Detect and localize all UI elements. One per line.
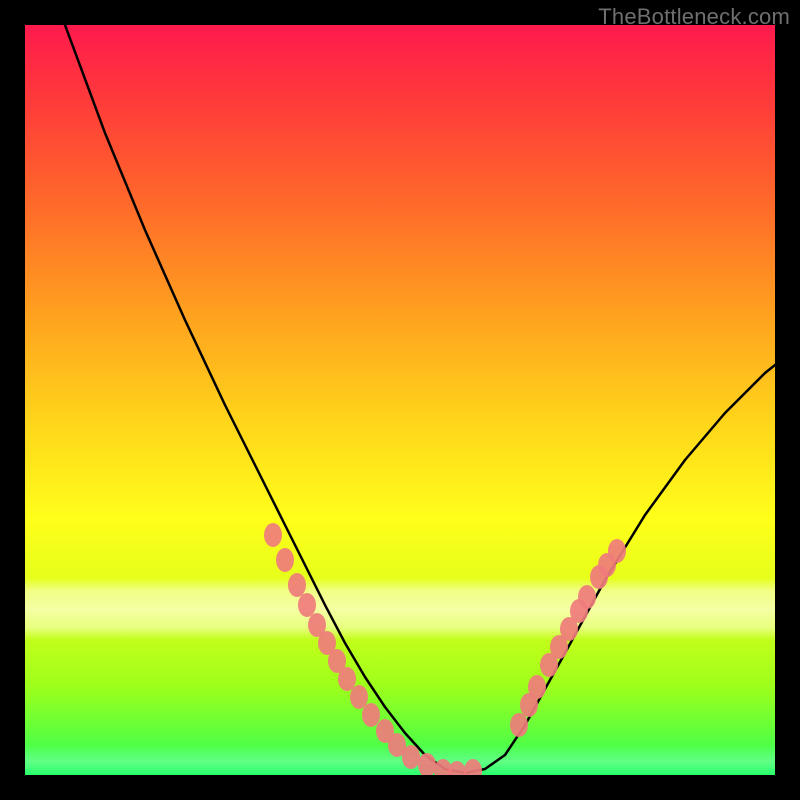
plot-area [25,25,775,775]
watermark-text: TheBottleneck.com [598,4,790,30]
highlight-band-green [25,745,775,775]
chart-svg [25,25,775,775]
curve-markers [264,523,626,775]
highlight-band-yellow [25,578,775,640]
curve-line [65,25,775,773]
chart-container: TheBottleneck.com [0,0,800,800]
